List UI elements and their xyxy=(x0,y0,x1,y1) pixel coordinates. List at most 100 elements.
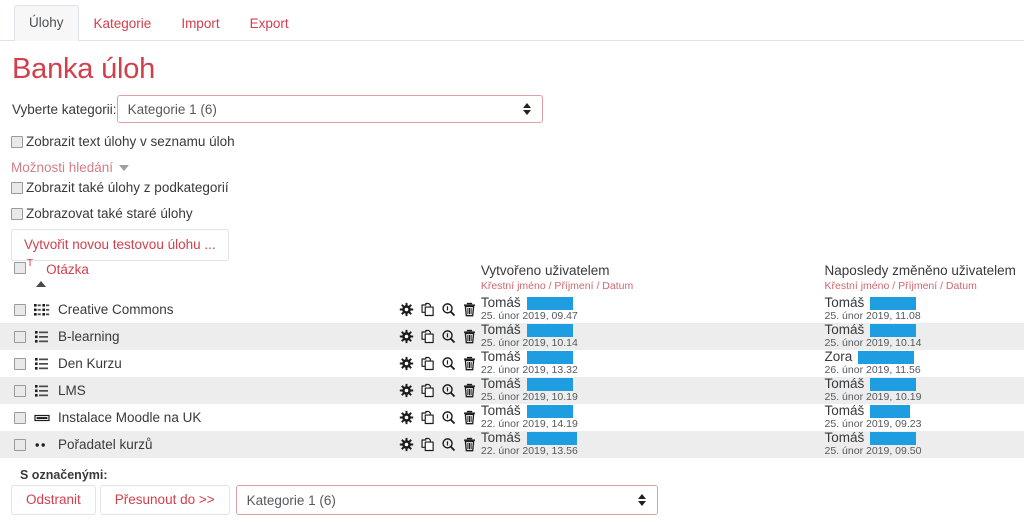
row-select-checkbox[interactable] xyxy=(14,384,26,397)
modified-by-cell: Tomáš 25. únor 2019, 09.23 xyxy=(825,404,1024,431)
question-name: Den Kurzu xyxy=(58,356,122,371)
trash-icon[interactable] xyxy=(462,302,477,317)
bulk-target-category-select[interactable]: Kategorie 1 (6) xyxy=(235,485,658,515)
created-by-cell: Tomáš 25. únor 2019, 10.19 xyxy=(481,377,825,404)
redacted-surname xyxy=(870,404,911,418)
gear-icon[interactable] xyxy=(399,329,414,344)
header-question: T Otázka xyxy=(0,258,399,296)
trash-icon[interactable] xyxy=(462,383,477,398)
trash-icon[interactable] xyxy=(462,329,477,344)
question-name-cell: Den Kurzu xyxy=(0,350,399,377)
redacted-surname xyxy=(526,323,573,337)
header-actions xyxy=(399,262,481,296)
checkbox-box-icon[interactable] xyxy=(11,207,23,220)
timestamp: 25. únor 2019, 10.14 xyxy=(824,337,922,349)
row-actions-cell xyxy=(399,296,481,323)
redacted-surname xyxy=(526,296,573,310)
duplicate-icon[interactable] xyxy=(420,410,435,425)
user-first-name: Tomáš xyxy=(824,322,865,337)
table-header-row: T Otázka Vytvořeno uživatelem Křestní jm… xyxy=(0,258,1024,296)
duplicate-icon[interactable] xyxy=(420,329,435,344)
gear-icon[interactable] xyxy=(399,437,414,452)
multichoice-single-icon xyxy=(35,384,48,397)
header-modified-sub[interactable]: Křestní jméno / Příjmení / Datum xyxy=(825,279,1024,293)
gear-icon[interactable] xyxy=(399,383,414,398)
search-options-toggle[interactable]: Možnosti hledání xyxy=(11,160,130,175)
preview-magnifier-icon[interactable] xyxy=(441,302,456,317)
questions-table-body: Creative Commons Tomáš 25. únor 2019, 09.4… xyxy=(0,296,1024,458)
table-row: Pořadatel kurzů Tomáš 22. únor 2019, 13.56… xyxy=(0,431,1024,458)
header-modified-title: Naposledy změněno uživatelem xyxy=(824,263,1016,278)
row-select-checkbox[interactable] xyxy=(14,357,26,370)
timestamp: 22. únor 2019, 13.32 xyxy=(480,364,578,376)
checkbox-box-icon[interactable] xyxy=(11,181,23,194)
header-modified-by: Naposledy změněno uživatelem Křestní jmé… xyxy=(825,262,1024,296)
trash-icon[interactable] xyxy=(462,356,477,371)
table-row: Creative Commons Tomáš 25. únor 2019, 09.4… xyxy=(0,296,1024,323)
checkbox-show-old-questions[interactable]: Zobrazovat také staré úlohy xyxy=(11,206,193,221)
category-select[interactable]: Kategorie 1 (6) xyxy=(116,95,543,123)
gear-icon[interactable] xyxy=(399,356,414,371)
header-created-sub[interactable]: Křestní jméno / Příjmení / Datum xyxy=(481,279,825,293)
modified-by-cell: Tomáš 25. únor 2019, 11.08 xyxy=(825,296,1024,323)
row-select-checkbox[interactable] xyxy=(14,438,26,451)
select-spinner-icon xyxy=(637,493,647,507)
question-name: B-learning xyxy=(58,329,120,344)
created-by-cell: Tomáš 22. únor 2019, 13.56 xyxy=(481,431,825,458)
question-name: Creative Commons xyxy=(58,302,174,317)
modified-by-cell: Tomáš 25. únor 2019, 09.50 xyxy=(825,431,1024,458)
row-select-checkbox[interactable] xyxy=(14,330,26,343)
user-first-name: Tomáš xyxy=(480,295,521,310)
preview-magnifier-icon[interactable] xyxy=(441,356,456,371)
row-actions-cell xyxy=(399,350,481,377)
row-select-checkbox[interactable] xyxy=(14,411,26,424)
duplicate-icon[interactable] xyxy=(420,437,435,452)
user-first-name: Zora xyxy=(824,349,853,364)
table-row: Den Kurzu Tomáš 22. únor 2019, 13.32 Zora 26… xyxy=(0,350,1024,377)
bulk-actions-row: Odstranit Přesunout do >> Kategorie 1 (6… xyxy=(11,485,658,515)
checkbox-box-icon[interactable] xyxy=(11,135,23,148)
gear-icon[interactable] xyxy=(399,302,414,317)
preview-magnifier-icon[interactable] xyxy=(441,329,456,344)
tab-import[interactable]: Import xyxy=(166,6,234,41)
category-chooser-label: Vyberte kategorii: xyxy=(12,101,117,117)
create-new-question-button[interactable]: Vytvořit novou testovou úlohu ... xyxy=(11,229,229,261)
select-all-superscript-t: T xyxy=(27,258,34,269)
trash-icon[interactable] xyxy=(462,410,477,425)
sort-ascending-arrow-icon xyxy=(36,281,46,287)
preview-magnifier-icon[interactable] xyxy=(441,410,456,425)
row-actions-cell xyxy=(399,404,481,431)
row-select-checkbox[interactable] xyxy=(14,303,26,316)
tab-label: Úlohy xyxy=(29,15,64,30)
table-row: B-learning Tomáš 25. únor 2019, 10.14 Tomáš… xyxy=(0,323,1024,350)
shortanswer-icon xyxy=(34,414,50,421)
preview-magnifier-icon[interactable] xyxy=(441,383,456,398)
created-by-cell: Tomáš 25. únor 2019, 09.47 xyxy=(481,296,825,323)
user-first-name: Tomáš xyxy=(480,349,521,364)
created-by-cell: Tomáš 22. únor 2019, 13.32 xyxy=(481,350,825,377)
preview-magnifier-icon[interactable] xyxy=(441,437,456,452)
bulk-delete-button[interactable]: Odstranit xyxy=(11,485,96,515)
checkbox-show-question-text[interactable]: Zobrazit text úlohy v seznamu úloh xyxy=(11,134,235,149)
header-created-by: Vytvořeno uživatelem Křestní jméno / Pří… xyxy=(481,262,825,296)
redacted-surname xyxy=(526,431,577,445)
sort-by-question-link[interactable]: Otázka xyxy=(46,262,89,277)
bulk-move-to-button[interactable]: Přesunout do >> xyxy=(99,485,230,515)
user-first-name: Tomáš xyxy=(480,430,521,445)
redacted-surname xyxy=(870,296,917,310)
tab-ulohy[interactable]: Úlohy xyxy=(14,5,79,41)
select-all-checkbox[interactable] xyxy=(14,262,26,274)
created-by-cell: Tomáš 25. únor 2019, 10.14 xyxy=(481,323,825,350)
questions-table: T Otázka Vytvořeno uživatelem Křestní jm… xyxy=(0,258,1024,458)
user-first-name: Tomáš xyxy=(824,403,865,418)
select-spinner-icon xyxy=(522,102,532,116)
table-row: Instalace Moodle na UK Tomáš 22. únor 2019… xyxy=(0,404,1024,431)
gear-icon[interactable] xyxy=(399,410,414,425)
tab-export[interactable]: Export xyxy=(235,6,304,41)
duplicate-icon[interactable] xyxy=(420,356,435,371)
checkbox-show-subcategories[interactable]: Zobrazit také úlohy z podkategorií xyxy=(11,180,229,195)
tab-kategorie[interactable]: Kategorie xyxy=(79,6,167,41)
duplicate-icon[interactable] xyxy=(420,302,435,317)
trash-icon[interactable] xyxy=(462,437,477,452)
duplicate-icon[interactable] xyxy=(420,383,435,398)
